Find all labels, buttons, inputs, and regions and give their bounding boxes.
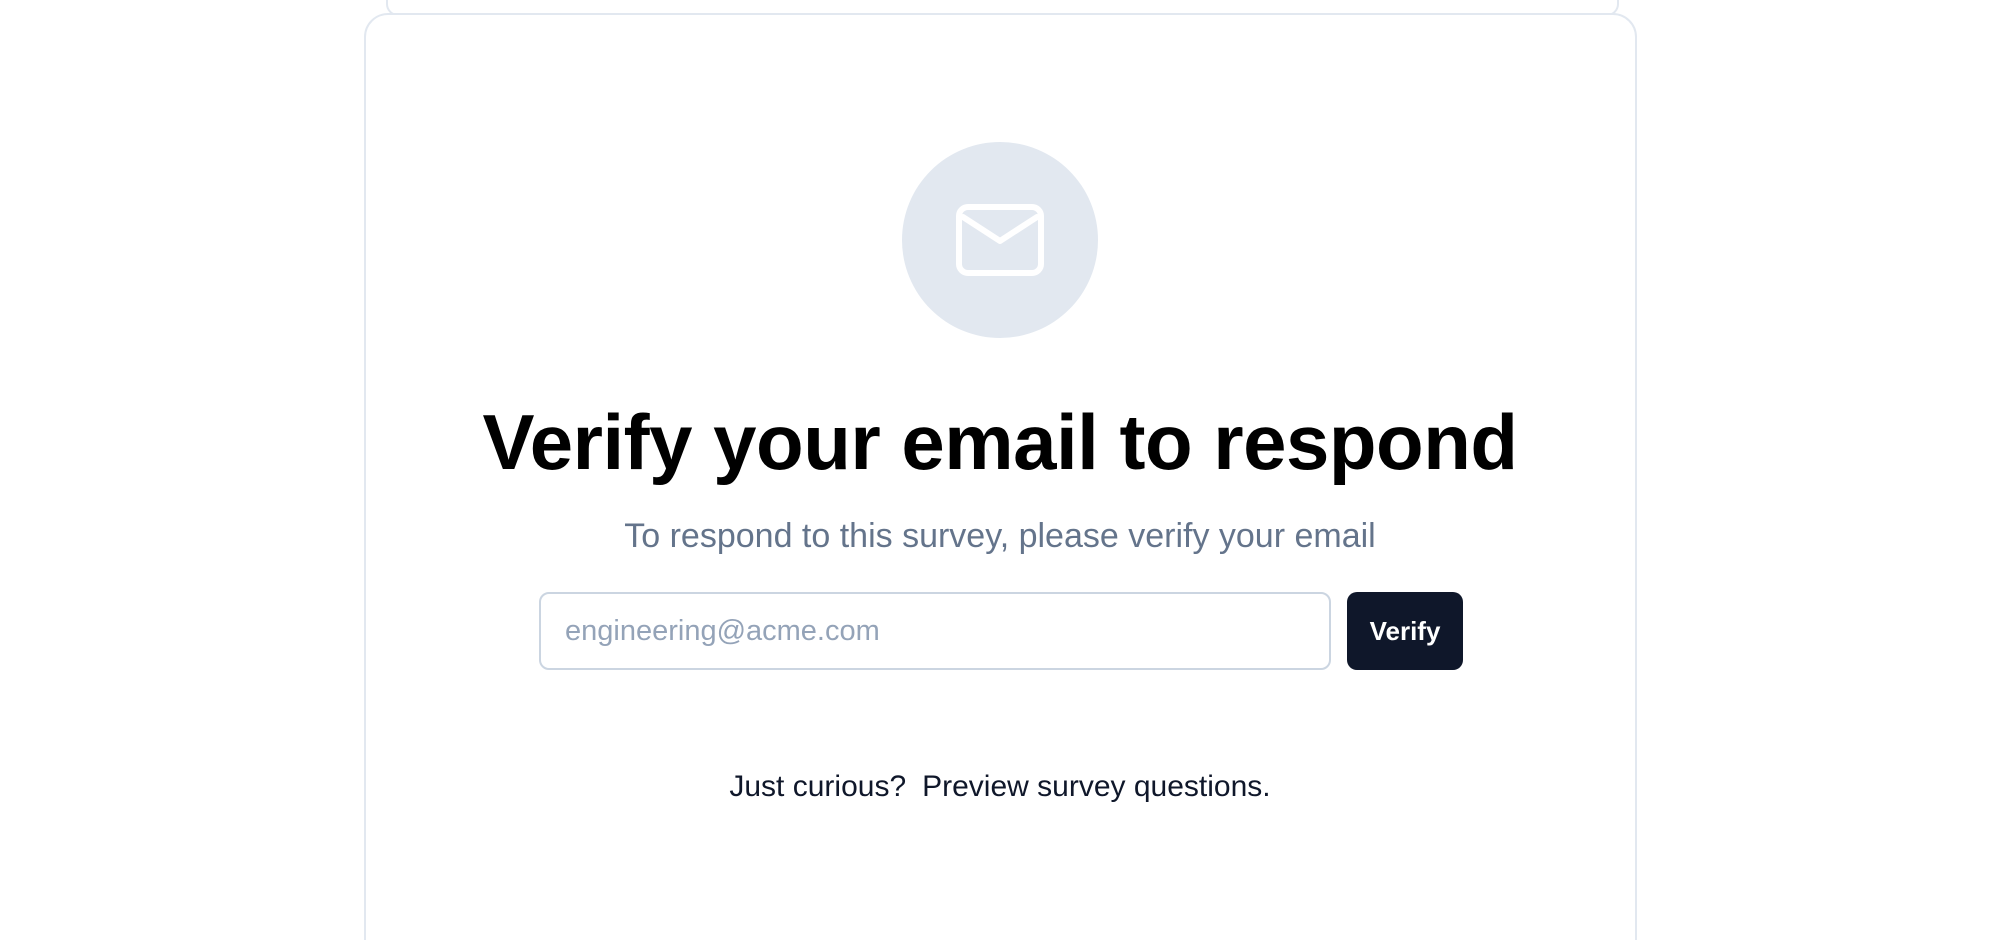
email-input[interactable] xyxy=(539,592,1331,670)
curious-text: Just curious? xyxy=(729,770,907,803)
preview-survey-link[interactable]: Preview survey questions. xyxy=(922,770,1271,803)
verify-button[interactable]: Verify xyxy=(1347,592,1463,670)
mail-icon-badge xyxy=(902,142,1098,338)
preview-prompt: Just curious? Preview survey questions. xyxy=(0,767,2000,807)
page-subtitle: To respond to this survey, please verify… xyxy=(624,517,1376,555)
mail-icon xyxy=(956,204,1044,276)
page: Verify your email to respond To respond … xyxy=(0,0,2000,940)
page-title: Verify your email to respond xyxy=(482,398,1518,486)
